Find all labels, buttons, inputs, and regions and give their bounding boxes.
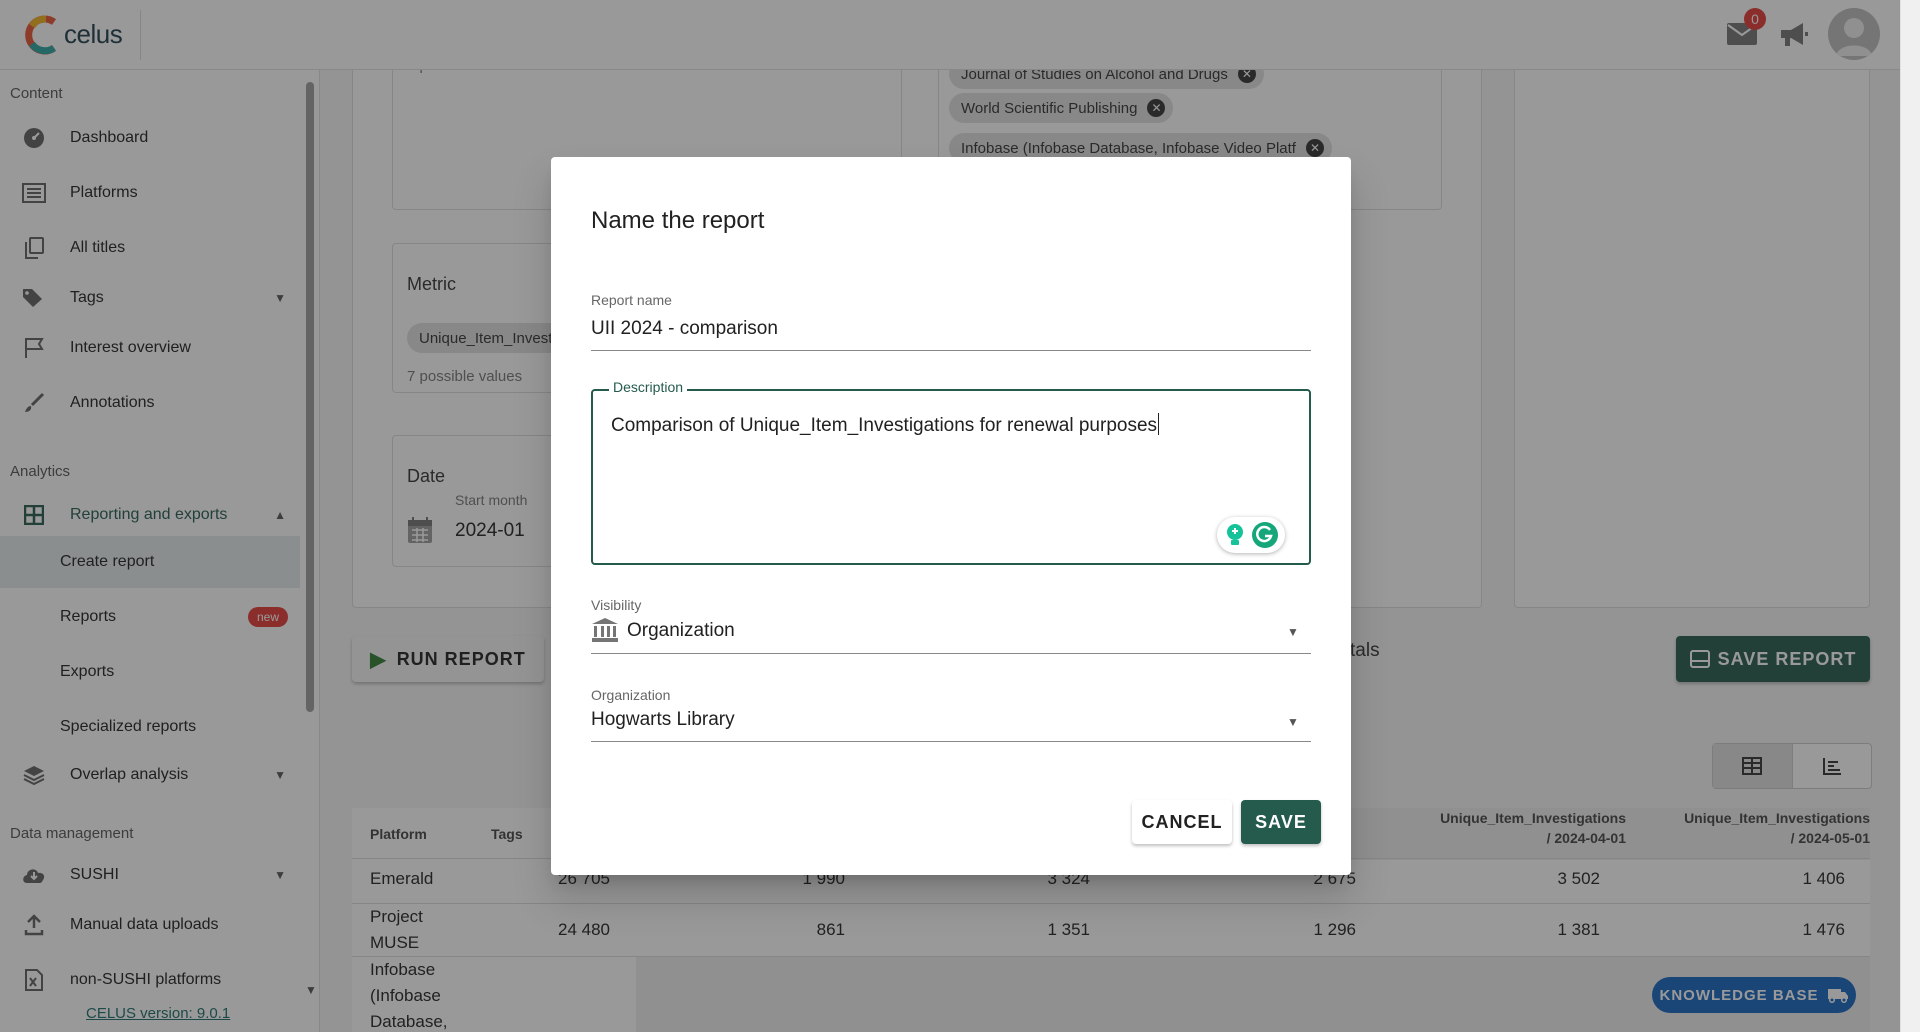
report-name-label: Report name [591,292,672,308]
organization-underline [591,741,1311,742]
description-label: Description [609,379,688,395]
chevron-down-icon: ▼ [1287,715,1299,729]
visibility-select[interactable]: Organization ▼ [591,617,1311,649]
report-name-input[interactable]: UII 2024 - comparison [591,318,778,340]
dialog-title: Name the report [591,207,765,234]
organization-value: Hogwarts Library [591,709,735,730]
organization-select[interactable]: Hogwarts Library ▼ [591,709,1311,739]
save-button[interactable]: SAVE [1241,800,1321,844]
text-cursor [1158,413,1160,435]
description-text: Comparison of Unique_Item_Investigations… [611,413,1160,437]
visibility-underline [591,653,1311,654]
report-name-underline [591,350,1311,351]
bank-building-icon [592,618,618,642]
lightbulb-icon [1226,524,1243,545]
page-scrollbar[interactable] [1900,0,1920,1032]
visibility-value: Organization [627,620,735,641]
visibility-label: Visibility [591,597,642,613]
description-value: Comparison of Unique_Item_Investigations… [611,415,1158,436]
organization-label: Organization [591,687,671,703]
name-report-dialog: Name the report Report name UII 2024 - c… [551,157,1351,875]
grammarly-icon [1251,522,1278,548]
chevron-down-icon: ▼ [1287,625,1299,639]
cancel-button[interactable]: CANCEL [1132,800,1232,844]
grammarly-widget[interactable] [1217,517,1285,553]
